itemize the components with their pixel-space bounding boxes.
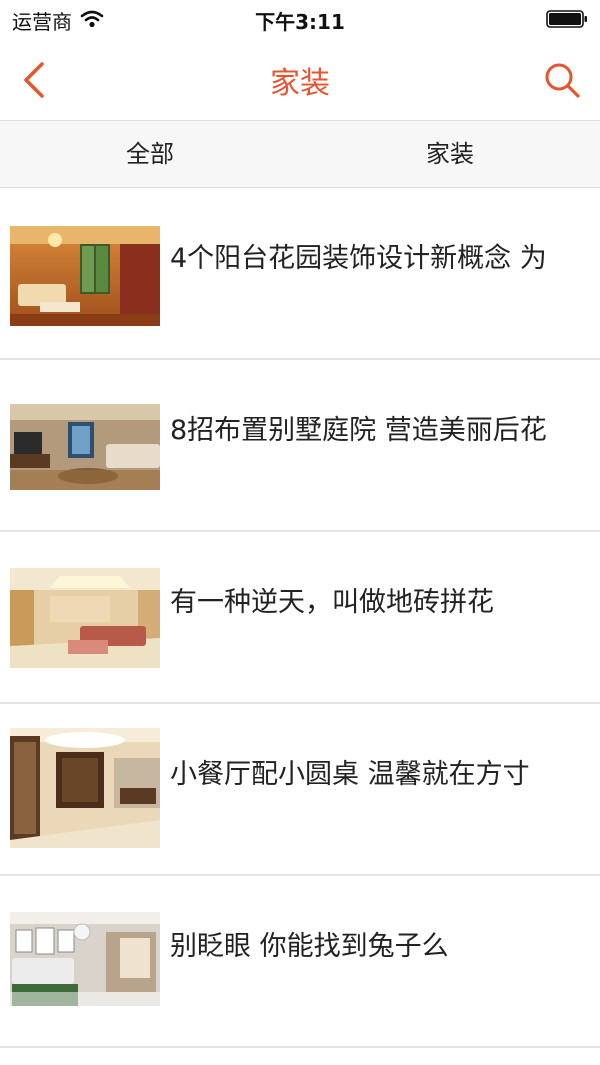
article-title: 8招布置别墅庭院 营造美丽后花 xyxy=(170,415,547,446)
category-tabs: 全部 家装 xyxy=(0,121,600,188)
status-bar: 运营商 下午3:11 xyxy=(0,0,600,40)
list-item[interactable]: 小餐厅配小圆桌 温馨就在方寸 xyxy=(0,704,600,876)
article-thumbnail xyxy=(10,912,160,1006)
battery-icon xyxy=(546,10,588,28)
nav-bar: 家装 xyxy=(0,40,600,121)
search-icon xyxy=(542,63,582,104)
article-title: 有一种逆天，叫做地砖拼花 xyxy=(170,587,494,618)
page-title: 家装 xyxy=(270,66,330,101)
article-title: 小餐厅配小圆桌 温馨就在方寸 xyxy=(170,759,530,790)
list-item[interactable]: 8招布置别墅庭院 营造美丽后花 xyxy=(0,360,600,532)
tab-home-decor[interactable]: 家装 xyxy=(300,121,600,187)
article-thumbnail xyxy=(10,728,160,848)
article-list: 4个阳台花园装饰设计新概念 为 8招布置别墅庭院 营造美丽后花 有一种逆天，叫做… xyxy=(0,188,600,1048)
search-button[interactable] xyxy=(542,60,582,100)
article-title: 别眨眼 你能找到兔子么 xyxy=(170,931,449,962)
list-item[interactable]: 别眨眼 你能找到兔子么 xyxy=(0,876,600,1048)
list-item[interactable]: 4个阳台花园装饰设计新概念 为 xyxy=(0,188,600,360)
status-time: 下午3:11 xyxy=(255,10,345,34)
article-thumbnail xyxy=(10,226,160,326)
article-thumbnail xyxy=(10,404,160,490)
article-thumbnail xyxy=(10,568,160,668)
article-title: 4个阳台花园装饰设计新概念 为 xyxy=(170,243,547,274)
tab-all[interactable]: 全部 xyxy=(0,121,300,187)
list-item[interactable]: 有一种逆天，叫做地砖拼花 xyxy=(0,532,600,704)
